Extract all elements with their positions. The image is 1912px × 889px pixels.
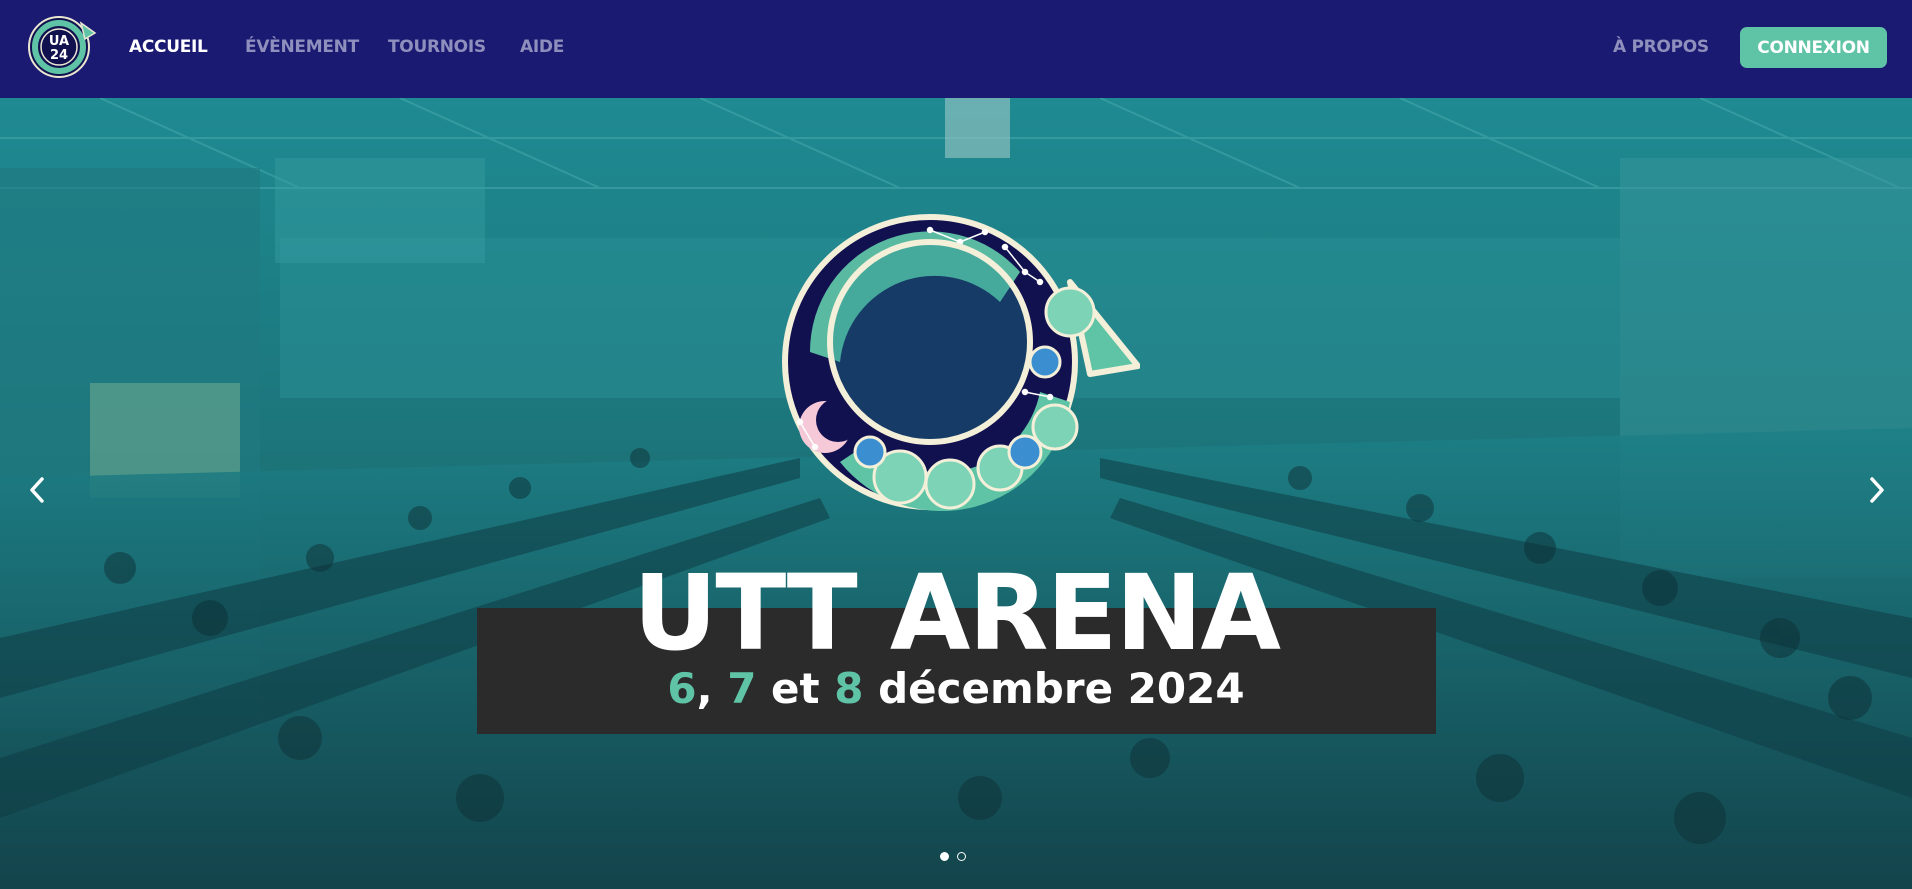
nav-link-aide[interactable]: AIDE	[520, 37, 564, 57]
carousel-dot-2[interactable]	[957, 852, 966, 861]
nav-link-tournois[interactable]: TOURNOIS	[388, 37, 486, 57]
chevron-right-icon	[1870, 477, 1884, 503]
nav-link-evenement[interactable]: ÉVÈNEMENT	[245, 37, 359, 57]
event-day-3: 8	[834, 664, 864, 713]
event-dates: 6, 7 et 8 décembre 2024	[0, 668, 1912, 710]
event-day-1: 6	[667, 664, 697, 713]
carousel-indicators	[940, 852, 966, 861]
event-title: UTT ARENA	[632, 552, 1281, 674]
ua24-logo-icon[interactable]: UA 24	[25, 13, 98, 79]
nav-link-a-propos[interactable]: À PROPOS	[1613, 37, 1709, 57]
event-date-separator-2: et	[756, 664, 835, 713]
chevron-left-icon	[30, 477, 44, 503]
carousel-dot-1[interactable]	[940, 852, 949, 861]
hero-carousel: UTT ARENA 6, 7 et 8 décembre 2024	[0, 98, 1912, 889]
event-month-year: décembre 2024	[863, 664, 1245, 713]
event-day-2: 7	[727, 664, 757, 713]
carousel-next-button[interactable]	[1855, 468, 1899, 512]
svg-text:UA: UA	[49, 34, 69, 49]
svg-text:24: 24	[50, 48, 68, 63]
event-date-separator-1: ,	[696, 664, 728, 713]
carousel-prev-button[interactable]	[15, 468, 59, 512]
utt-arena-ring-logo-icon	[782, 214, 1140, 512]
nav-link-accueil[interactable]: ACCUEIL	[129, 37, 208, 57]
login-button[interactable]: CONNEXION	[1740, 27, 1887, 68]
top-navbar: UA 24 ACCUEIL ÉVÈNEMENT TOURNOIS AIDE À …	[0, 0, 1912, 98]
